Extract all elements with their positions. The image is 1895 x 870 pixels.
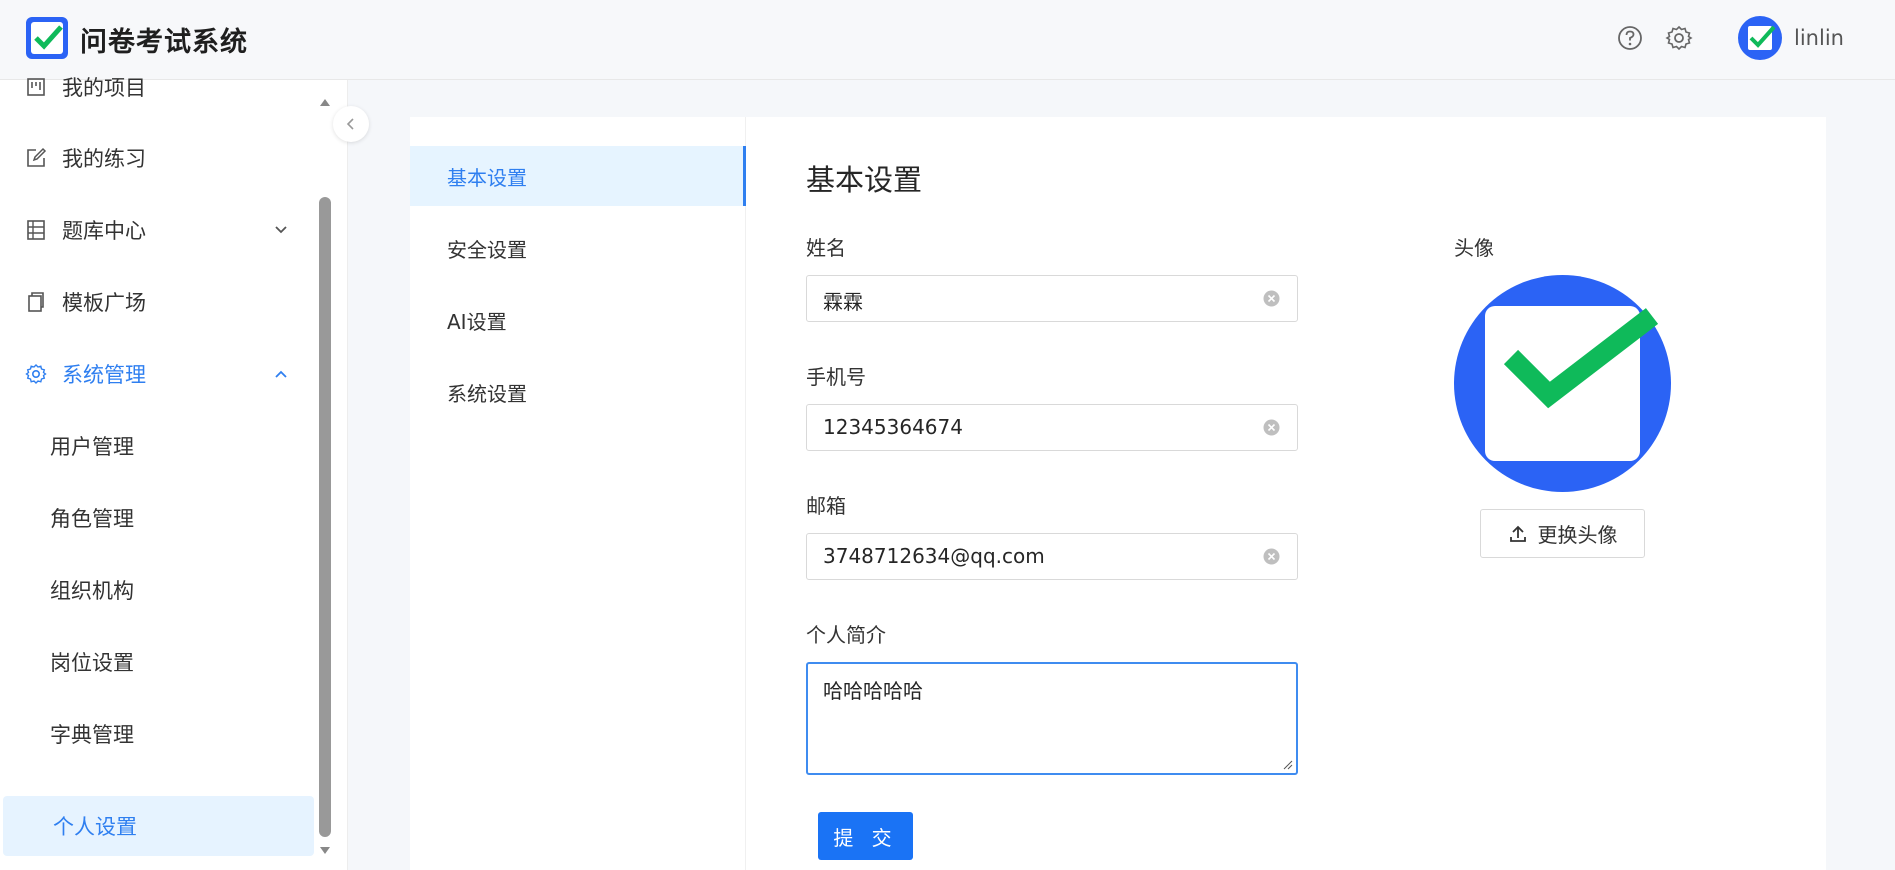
settings-nav-label: 基本设置 xyxy=(447,165,527,190)
collapse-sidebar-button[interactable] xyxy=(333,106,369,142)
change-avatar-button[interactable]: 更换头像 xyxy=(1480,509,1645,558)
email-field[interactable]: 3748712634@qq.com xyxy=(806,533,1298,580)
resize-handle-icon[interactable] xyxy=(1283,760,1293,770)
copy-icon xyxy=(28,292,44,312)
sidebar: 我的项目 我的练习 题库中心 模板广场 系统管理 用户管理 角色管理 组织机构 … xyxy=(0,76,348,870)
bio-label: 个人简介 xyxy=(806,623,886,647)
sidebar-item-question-bank[interactable]: 题库中心 xyxy=(0,200,314,260)
sidebar-item-label: 角色管理 xyxy=(50,507,134,531)
settings-nav: 基本设置 安全设置 AI设置 系统设置 xyxy=(410,117,746,870)
sidebar-item-label: 字典管理 xyxy=(50,723,134,747)
sidebar-item-my-practice[interactable]: 我的练习 xyxy=(0,128,314,188)
scrollbar-thumb[interactable] xyxy=(319,197,331,837)
change-avatar-label: 更换头像 xyxy=(1537,523,1618,547)
profile-avatar xyxy=(1454,275,1671,492)
sidebar-item-label: 岗位设置 xyxy=(50,651,134,675)
scroll-up-arrow-icon[interactable] xyxy=(318,96,332,108)
sidebar-item-label: 组织机构 xyxy=(50,579,134,603)
sidebar-item-my-projects[interactable]: 我的项目 xyxy=(0,57,314,117)
bio-value: 哈哈哈哈哈 xyxy=(823,679,923,703)
sidebar-item-organization[interactable]: 组织机构 xyxy=(0,560,314,620)
sidebar-item-label: 模板广场 xyxy=(62,291,146,315)
settings-nav-label: 安全设置 xyxy=(447,237,527,262)
clear-icon[interactable] xyxy=(1262,289,1281,308)
phone-field[interactable]: 12345364674 xyxy=(806,404,1298,451)
board-icon xyxy=(27,78,45,96)
sidebar-item-dictionary-management[interactable]: 字典管理 xyxy=(0,704,314,764)
clear-icon[interactable] xyxy=(1262,418,1281,437)
sidebar-item-label: 个人设置 xyxy=(53,815,137,839)
sidebar-item-label: 题库中心 xyxy=(62,219,146,243)
sidebar-item-user-management[interactable]: 用户管理 xyxy=(0,416,314,476)
sidebar-item-role-management[interactable]: 角色管理 xyxy=(0,488,314,548)
sidebar-item-label: 我的练习 xyxy=(62,147,146,171)
settings-nav-security[interactable]: 安全设置 xyxy=(410,218,746,278)
gear-icon xyxy=(25,364,47,384)
bio-textarea[interactable]: 哈哈哈哈哈 xyxy=(806,662,1298,775)
settings-nav-basic[interactable]: 基本设置 xyxy=(410,146,746,206)
sidebar-item-label: 用户管理 xyxy=(50,435,134,459)
form-title: 基本设置 xyxy=(806,163,923,197)
app-title: 问卷考试系统 xyxy=(80,27,248,58)
name-label: 姓名 xyxy=(806,236,846,260)
app-logo-icon xyxy=(26,17,68,59)
sidebar-item-personal-settings[interactable]: 个人设置 xyxy=(3,796,314,856)
user-avatar[interactable] xyxy=(1738,16,1782,60)
phone-label: 手机号 xyxy=(806,365,866,389)
name-value: 霖霖 xyxy=(823,290,863,314)
chevron-down-icon xyxy=(275,226,287,234)
help-icon[interactable] xyxy=(1616,24,1644,52)
settings-nav-system[interactable]: 系统设置 xyxy=(410,362,746,422)
settings-nav-label: 系统设置 xyxy=(447,381,527,406)
sidebar-item-template-square[interactable]: 模板广场 xyxy=(0,272,314,332)
chevron-up-icon xyxy=(275,370,287,378)
username-label[interactable]: linlin xyxy=(1794,26,1844,50)
chevron-left-icon xyxy=(346,118,354,130)
avatar-label: 头像 xyxy=(1454,236,1494,260)
sidebar-item-label: 系统管理 xyxy=(62,363,146,387)
scroll-down-arrow-icon[interactable] xyxy=(318,845,332,857)
list-icon xyxy=(27,220,45,240)
name-field[interactable]: 霖霖 xyxy=(806,275,1298,322)
email-value: 3748712634@qq.com xyxy=(823,544,1045,568)
submit-button[interactable]: 提 交 xyxy=(818,812,913,860)
settings-nav-ai[interactable]: AI设置 xyxy=(410,290,746,350)
settings-nav-label: AI设置 xyxy=(447,309,507,334)
sidebar-item-position-settings[interactable]: 岗位设置 xyxy=(0,632,314,692)
settings-card: 基本设置 安全设置 AI设置 系统设置 基本设置 姓名 霖霖 手机号 12345… xyxy=(410,117,1826,870)
sidebar-item-system-management[interactable]: 系统管理 xyxy=(0,344,314,404)
edit-icon xyxy=(27,147,47,167)
sidebar-item-label: 我的项目 xyxy=(62,76,146,100)
clear-icon[interactable] xyxy=(1262,547,1281,566)
upload-icon xyxy=(1509,525,1526,542)
phone-value: 12345364674 xyxy=(823,415,963,439)
gear-icon[interactable] xyxy=(1665,24,1693,52)
email-label: 邮箱 xyxy=(806,494,846,518)
